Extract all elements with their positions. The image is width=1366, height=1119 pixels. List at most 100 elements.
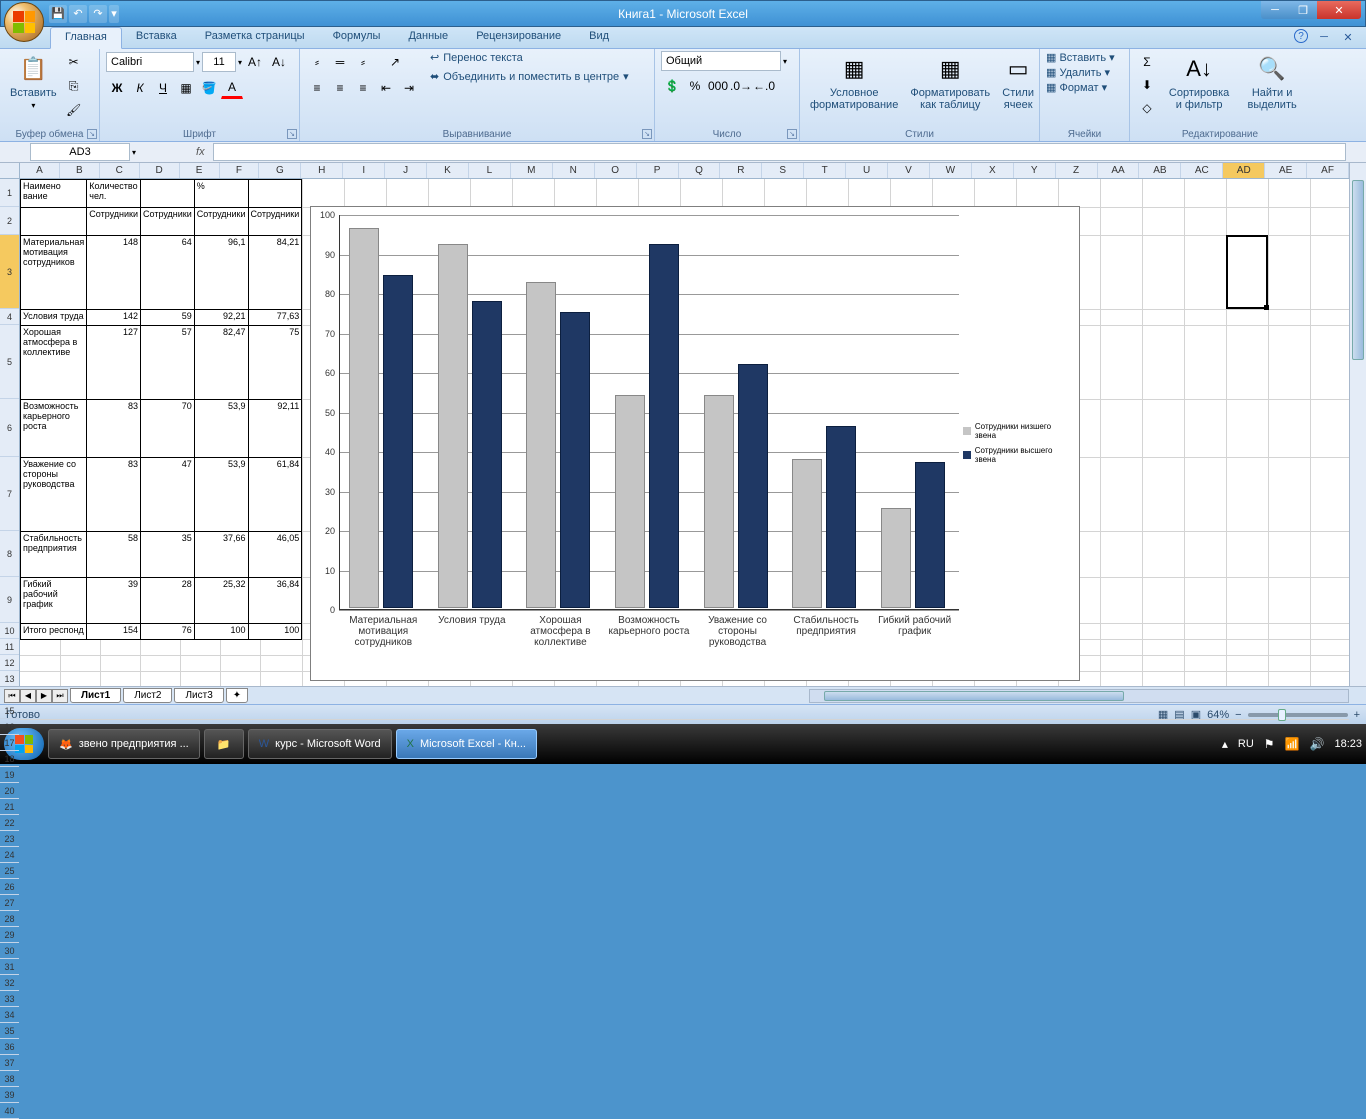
sheet-nav-next-icon[interactable]: ▶ [36, 689, 52, 703]
orientation-icon[interactable]: ↗ [384, 51, 406, 73]
paste-button[interactable]: 📋 Вставить ▾ [6, 51, 61, 121]
align-left-icon[interactable]: ≡ [306, 77, 328, 99]
taskbar-firefox[interactable]: 🦊звено предприятия ... [48, 729, 200, 759]
tray-flag-icon[interactable]: ⚑ [1264, 737, 1275, 751]
clear-icon[interactable]: ◇ [1136, 97, 1158, 119]
close-button[interactable]: ✕ [1317, 1, 1361, 19]
currency-icon[interactable]: 💲 [661, 75, 683, 97]
autosum-icon[interactable]: Σ [1136, 51, 1158, 73]
merge-center-button[interactable]: ⬌Объединить и поместить в центре ▾ [430, 70, 629, 83]
border-icon[interactable]: ▦ [175, 77, 197, 99]
number-dialog-icon[interactable]: ↘ [787, 129, 797, 139]
sheet-nav-prev-icon[interactable]: ◀ [20, 689, 36, 703]
align-center-icon[interactable]: ≡ [329, 77, 351, 99]
insert-cells-button[interactable]: ▦ Вставить ▾ [1046, 51, 1123, 64]
wrap-text-button[interactable]: ↩Перенос текста [430, 51, 629, 64]
tab-view[interactable]: Вид [575, 27, 623, 48]
cells[interactable]: Наимено ваниеКоличество чел.%СотрудникиС… [20, 179, 1349, 686]
help-icon[interactable]: ? [1294, 29, 1308, 43]
tab-review[interactable]: Рецензирование [462, 27, 575, 48]
sheet-tab-3[interactable]: Лист3 [174, 688, 223, 703]
font-size-input[interactable] [202, 52, 236, 72]
fill-color-icon[interactable]: 🪣 [198, 77, 220, 99]
tab-data[interactable]: Данные [394, 27, 462, 48]
decrease-decimal-icon[interactable]: ←.0 [753, 75, 775, 97]
font-name-input[interactable] [106, 52, 194, 72]
align-top-icon[interactable]: ⸗ [306, 51, 328, 73]
increase-font-icon[interactable]: A↑ [244, 51, 266, 73]
comma-icon[interactable]: 000 [707, 75, 729, 97]
sort-filter-button[interactable]: A↓Сортировка и фильтр [1162, 51, 1236, 119]
group-cells-label: Ячейки [1040, 129, 1129, 140]
format-cells-button[interactable]: ▦ Формат ▾ [1046, 81, 1123, 94]
tab-formulas[interactable]: Формулы [319, 27, 395, 48]
new-sheet-icon[interactable]: ✦ [226, 688, 248, 703]
font-color-icon[interactable]: A [221, 77, 243, 99]
ribbon-close-icon[interactable]: ✕ [1340, 29, 1356, 45]
format-painter-icon[interactable]: 🖌 [63, 99, 85, 121]
cell-styles-button[interactable]: ▭Стили ячеек [998, 51, 1038, 113]
tray-sound-icon[interactable]: 🔊 [1310, 737, 1325, 751]
tray-lang[interactable]: RU [1238, 738, 1254, 750]
maximize-button[interactable]: ❐ [1289, 1, 1317, 19]
ribbon-minimize-icon[interactable]: ─ [1316, 29, 1332, 45]
number-format-input[interactable] [661, 51, 781, 71]
select-all-corner[interactable] [0, 163, 20, 179]
taskbar-word[interactable]: Wкурс - Microsoft Word [248, 729, 392, 759]
group-edit-label: Редактирование [1130, 129, 1310, 140]
window-title: Книга1 - Microsoft Excel [618, 7, 748, 21]
qat-save-icon[interactable]: 💾 [49, 5, 67, 23]
taskbar-explorer[interactable]: 📁 [204, 729, 244, 759]
align-bottom-icon[interactable]: ⸗ [352, 51, 374, 73]
taskbar-excel[interactable]: XMicrosoft Excel - Кн... [396, 729, 537, 759]
decrease-indent-icon[interactable]: ⇤ [375, 77, 397, 99]
tab-page-layout[interactable]: Разметка страницы [191, 27, 319, 48]
formula-input[interactable] [213, 143, 1346, 161]
underline-button[interactable]: Ч [152, 77, 174, 99]
group-number-label: Число [655, 129, 799, 140]
word-icon: W [259, 738, 269, 750]
sheet-tab-2[interactable]: Лист2 [123, 688, 172, 703]
tray-clock[interactable]: 18:23 [1334, 738, 1362, 750]
tab-home[interactable]: Главная [50, 27, 122, 49]
office-button[interactable] [4, 2, 44, 42]
qat-redo-icon[interactable]: ↷ [89, 5, 107, 23]
name-box[interactable]: AD3 [30, 143, 130, 161]
horizontal-scrollbar[interactable] [809, 689, 1349, 703]
tray-show-hidden-icon[interactable]: ▴ [1222, 737, 1228, 751]
align-right-icon[interactable]: ≡ [352, 77, 374, 99]
clipboard-dialog-icon[interactable]: ↘ [87, 129, 97, 139]
row-headers[interactable]: 1234567891011121314151617181920212223242… [0, 179, 20, 686]
increase-decimal-icon[interactable]: .0→ [730, 75, 752, 97]
zoom-slider[interactable] [1248, 713, 1348, 717]
column-headers[interactable]: ABCDEFGHIJKLMNOPQRSTUVWXYZAAABACADAEAF [20, 163, 1349, 179]
bold-button[interactable]: Ж [106, 77, 128, 99]
conditional-format-button[interactable]: ▦Условное форматирование [806, 51, 902, 113]
sheet-nav-last-icon[interactable]: ⏭ [52, 689, 68, 703]
find-select-button[interactable]: 🔍Найти и выделить [1240, 51, 1304, 119]
fill-icon[interactable]: ⬇ [1136, 74, 1158, 96]
italic-button[interactable]: К [129, 77, 151, 99]
status-bar: Готово ▦ ▤ ▣ 64% − + [0, 704, 1366, 724]
align-dialog-icon[interactable]: ↘ [642, 129, 652, 139]
tray-network-icon[interactable]: 📶 [1285, 737, 1300, 751]
minimize-button[interactable]: ─ [1261, 1, 1289, 19]
sheet-nav-first-icon[interactable]: ⏮ [4, 689, 20, 703]
chart[interactable]: 0102030405060708090100Материальная мотив… [310, 206, 1080, 681]
qat-undo-icon[interactable]: ↶ [69, 5, 87, 23]
fx-icon[interactable]: fx [196, 146, 205, 158]
decrease-font-icon[interactable]: A↓ [268, 51, 290, 73]
align-middle-icon[interactable]: ═ [329, 51, 351, 73]
vertical-scrollbar[interactable] [1349, 163, 1366, 686]
cut-icon[interactable]: ✂ [63, 51, 85, 73]
zoom-in-icon[interactable]: + [1354, 709, 1360, 721]
format-table-button[interactable]: ▦Форматировать как таблицу [906, 51, 994, 113]
qat-more-icon[interactable]: ▾ [109, 5, 119, 23]
increase-indent-icon[interactable]: ⇥ [398, 77, 420, 99]
sheet-tab-1[interactable]: Лист1 [70, 688, 121, 703]
tab-insert[interactable]: Вставка [122, 27, 191, 48]
percent-icon[interactable]: % [684, 75, 706, 97]
font-dialog-icon[interactable]: ↘ [287, 129, 297, 139]
copy-icon[interactable]: ⎘ [63, 75, 85, 97]
delete-cells-button[interactable]: ▦ Удалить ▾ [1046, 66, 1123, 79]
